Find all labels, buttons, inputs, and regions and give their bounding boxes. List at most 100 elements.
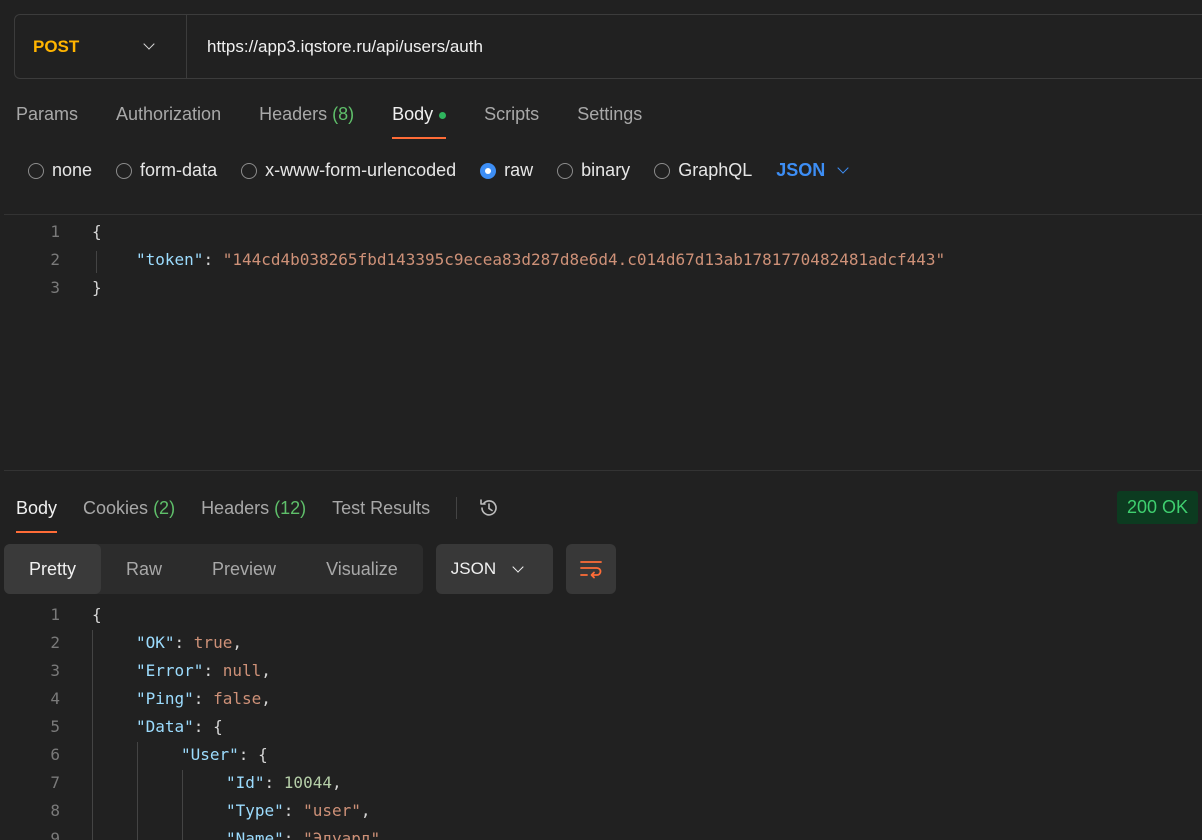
method-select[interactable]: POST <box>15 15 187 78</box>
code-line: 7 "Id": 10044, <box>0 768 341 796</box>
json-colon: : <box>203 249 223 269</box>
code-line: 6 "User": { <box>0 740 268 768</box>
radio-label: GraphQL <box>678 160 753 180</box>
tab-scripts[interactable]: Scripts <box>484 104 539 139</box>
tab-label: Scripts <box>484 104 540 124</box>
view-raw[interactable]: Raw <box>101 544 187 594</box>
method-label: POST <box>33 36 80 56</box>
radio-icon <box>654 162 671 179</box>
code-line: 3} <box>4 273 102 301</box>
tab-label: Body <box>16 497 58 518</box>
code-line: 5 "Data": { <box>0 712 223 740</box>
radio-label: x-www-form-urlencoded <box>265 160 457 180</box>
tab-count: (2) <box>153 497 176 518</box>
radio-urlencoded[interactable]: x-www-form-urlencoded <box>241 160 456 181</box>
json-key: "Id" <box>226 772 265 792</box>
wrap-lines-button[interactable] <box>565 544 616 594</box>
response-format-select[interactable]: JSON <box>435 544 553 594</box>
json-brace: { <box>258 744 268 764</box>
json-key: "Ping" <box>136 688 194 708</box>
request-tabs: Params Authorization Headers (8) Body Sc… <box>16 104 680 139</box>
radio-raw[interactable]: raw <box>480 160 533 181</box>
body-language-select[interactable]: JSON <box>776 160 849 181</box>
line-number: 3 <box>50 660 60 680</box>
chevron-down-icon <box>512 560 524 573</box>
chevron-down-icon <box>143 38 155 50</box>
json-key: "Name" <box>226 828 284 840</box>
json-value: false <box>213 688 262 708</box>
view-preview[interactable]: Preview <box>187 544 301 594</box>
radio-label: form-data <box>140 160 218 180</box>
format-label: JSON <box>450 559 497 578</box>
tab-label: Authorization <box>116 104 222 124</box>
line-number: 3 <box>50 277 60 297</box>
response-view-bar: Pretty Raw Preview Visualize JSON <box>4 544 616 594</box>
line-number: 2 <box>50 632 60 652</box>
wrap-lines-icon <box>579 561 602 579</box>
tab-response-headers[interactable]: Headers (12) <box>201 498 306 533</box>
code-line: 8 "Type": "user", <box>0 796 370 824</box>
radio-label: none <box>52 160 93 180</box>
tab-label: Settings <box>577 104 643 124</box>
tab-settings[interactable]: Settings <box>577 104 642 139</box>
code-line: 2 "token": "144cd4b038265fbd143395c9ecea8… <box>4 245 945 273</box>
tab-label: Params <box>16 104 79 124</box>
chevron-down-icon <box>837 162 849 174</box>
tab-cookies[interactable]: Cookies (2) <box>83 498 175 533</box>
tab-label: Test Results <box>332 497 431 518</box>
json-brace: } <box>92 277 102 297</box>
radio-icon <box>28 162 44 179</box>
json-brace: { <box>213 716 223 736</box>
json-value: "144cd4b038265fbd143395c9ecea83d287d8e6d… <box>222 249 946 269</box>
line-number: 9 <box>50 828 60 840</box>
json-value: 10044 <box>283 772 332 792</box>
tab-headers[interactable]: Headers (8) <box>259 104 354 139</box>
tab-authorization[interactable]: Authorization <box>116 104 221 139</box>
tab-params[interactable]: Params <box>16 104 78 139</box>
code-line: 1{ <box>4 217 101 245</box>
radio-none[interactable]: none <box>28 160 92 181</box>
line-number: 8 <box>50 800 60 820</box>
tab-count: (8) <box>332 104 355 124</box>
request-url-bar: POST https://app3.iqstore.ru/api/users/a… <box>14 14 1202 79</box>
radio-label: binary <box>581 160 631 180</box>
response-body-viewer[interactable]: 1{ 2 "OK": true, 3 "Error": null, 4 "Ping":… <box>0 600 1202 840</box>
view-visualize[interactable]: Visualize <box>301 544 423 594</box>
tab-test-results[interactable]: Test Results <box>332 498 430 533</box>
body-type-selector: none form-data x-www-form-urlencoded raw… <box>28 160 849 181</box>
tab-label: Headers <box>259 104 333 124</box>
history-icon[interactable] <box>477 496 501 520</box>
line-number: 7 <box>50 772 60 792</box>
tab-label: Cookies <box>83 497 154 518</box>
code-line: 2 "OK": true, <box>0 628 242 656</box>
json-key: "Data" <box>136 716 194 736</box>
code-line: 1{ <box>0 600 102 628</box>
radio-icon <box>116 162 133 179</box>
tab-response-body[interactable]: Body <box>16 497 58 533</box>
view-pretty[interactable]: Pretty <box>4 544 102 594</box>
json-value: null <box>222 660 262 680</box>
view-mode-segmented: Pretty Raw Preview Visualize <box>4 544 423 594</box>
tab-label: Headers <box>201 497 275 518</box>
line-number: 5 <box>50 716 60 736</box>
radio-selected-icon <box>480 162 497 179</box>
line-number: 1 <box>50 221 60 241</box>
line-number: 4 <box>50 688 60 708</box>
json-key: "OK" <box>136 632 175 652</box>
tab-body[interactable]: Body <box>392 104 447 139</box>
language-label: JSON <box>776 160 826 180</box>
tab-label: Body <box>392 104 434 124</box>
radio-icon <box>557 162 574 179</box>
radio-binary[interactable]: binary <box>557 160 630 181</box>
status-badge: 200 OK <box>1116 491 1198 524</box>
json-value: "Эдуард" <box>303 828 381 840</box>
json-brace: { <box>92 604 102 624</box>
request-body-editor[interactable]: 1{ 2 "token": "144cd4b038265fbd143395c9ec… <box>4 214 1202 471</box>
radio-graphql[interactable]: GraphQL <box>654 160 752 181</box>
json-key: "Type" <box>226 800 284 820</box>
json-key: "User" <box>181 744 239 764</box>
code-line: 9 "Name": "Эдуард" <box>0 824 380 840</box>
url-input[interactable]: https://app3.iqstore.ru/api/users/auth <box>187 37 483 57</box>
response-tabs: Body Cookies (2) Headers (12) Test Resul… <box>16 491 1202 534</box>
radio-form-data[interactable]: form-data <box>116 160 217 181</box>
